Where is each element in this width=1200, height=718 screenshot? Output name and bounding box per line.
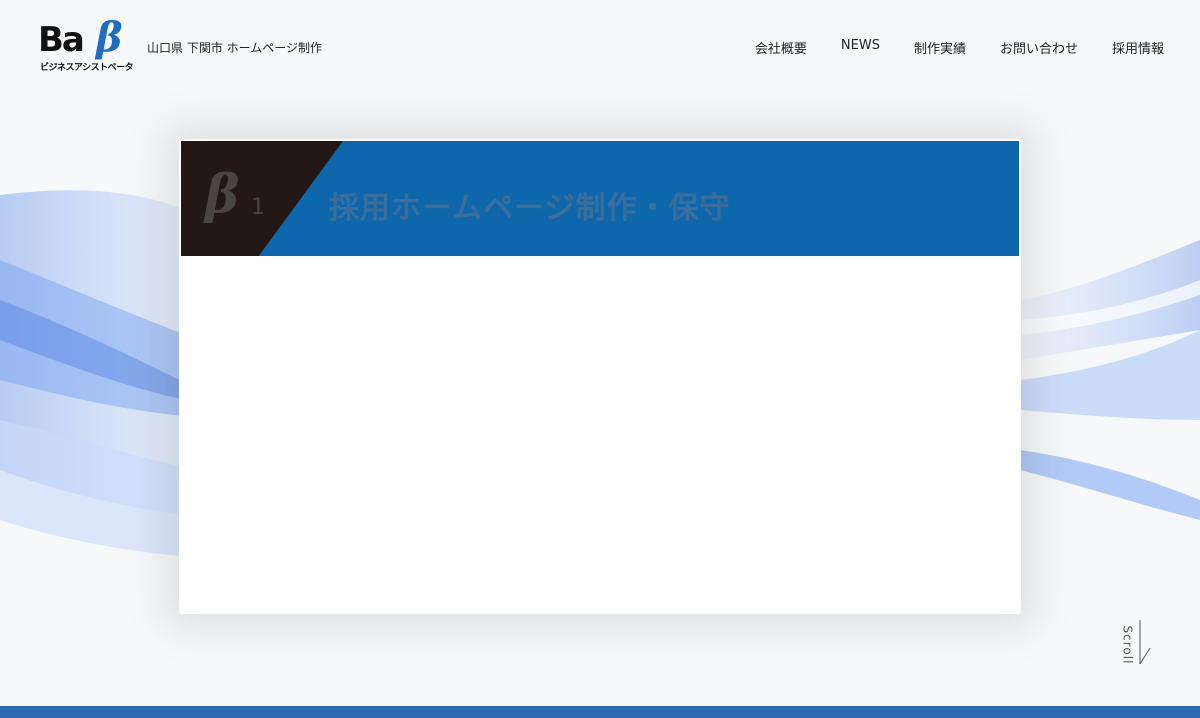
scroll-arrow-icon	[1139, 620, 1151, 665]
site-tagline: 山口県 下関市 ホームページ制作	[147, 41, 323, 55]
hero-banner: β 1 採用ホームページ制作・保守	[181, 141, 1019, 256]
banner-beta-mark: β	[205, 164, 240, 225]
nav-link-company[interactable]: 会社概要	[755, 38, 807, 57]
logo-text: Ba	[38, 20, 85, 60]
logo-beta-mark: β	[96, 14, 123, 61]
logo-subtitle: ビジネスアシストベータ	[40, 63, 134, 73]
site-logo[interactable]: Ba β ビジネスアシストベータ	[38, 16, 134, 76]
banner-title: 採用ホームページ制作・保守	[329, 191, 731, 226]
bottom-accent-bar	[0, 706, 1200, 718]
nav-link-recruit[interactable]: 採用情報	[1112, 38, 1164, 57]
hero-card: β 1 採用ホームページ制作・保守	[179, 139, 1021, 614]
nav-link-news[interactable]: NEWS	[841, 38, 880, 57]
main-nav: 会社概要 NEWS 制作実績 お問い合わせ 採用情報	[755, 38, 1164, 57]
scroll-label: Scroll	[1120, 625, 1135, 665]
scroll-indicator[interactable]: Scroll	[1114, 618, 1154, 670]
banner-number: 1	[251, 195, 265, 220]
site-header: Ba β ビジネスアシストベータ 山口県 下関市 ホームページ制作 会社概要 N…	[0, 0, 1200, 90]
nav-link-contact[interactable]: お問い合わせ	[1000, 38, 1078, 57]
nav-link-works[interactable]: 制作実績	[914, 38, 966, 57]
